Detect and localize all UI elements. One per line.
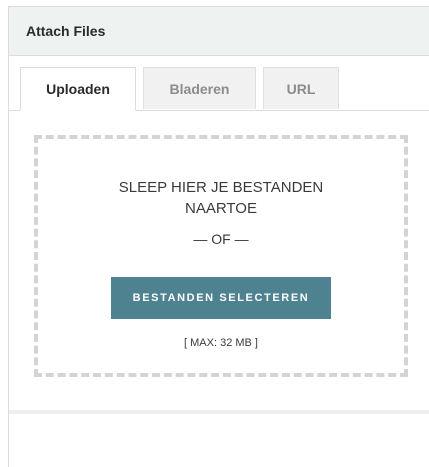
- attach-files-panel: Attach Files Uploaden Bladeren URL SLEEP…: [8, 6, 429, 467]
- or-separator: — OF —: [193, 231, 249, 247]
- max-size-label: [ MAX: 32 MB ]: [184, 337, 258, 349]
- tab-url[interactable]: URL: [263, 67, 339, 109]
- drop-instruction: SLEEP HIER JE BESTANDEN NAARTOE: [118, 179, 324, 217]
- panel-title: Attach Files: [26, 23, 106, 39]
- tab-bladeren[interactable]: Bladeren: [143, 67, 256, 109]
- drop-zone[interactable]: SLEEP HIER JE BESTANDEN NAARTOE — OF — B…: [34, 135, 408, 377]
- tab-uploaden[interactable]: Uploaden: [20, 67, 136, 111]
- tab-bar: Uploaden Bladeren URL: [9, 67, 429, 111]
- select-files-button[interactable]: BESTANDEN SELECTEREN: [111, 277, 331, 319]
- panel-header: Attach Files: [9, 7, 429, 56]
- footer-divider: [9, 410, 429, 414]
